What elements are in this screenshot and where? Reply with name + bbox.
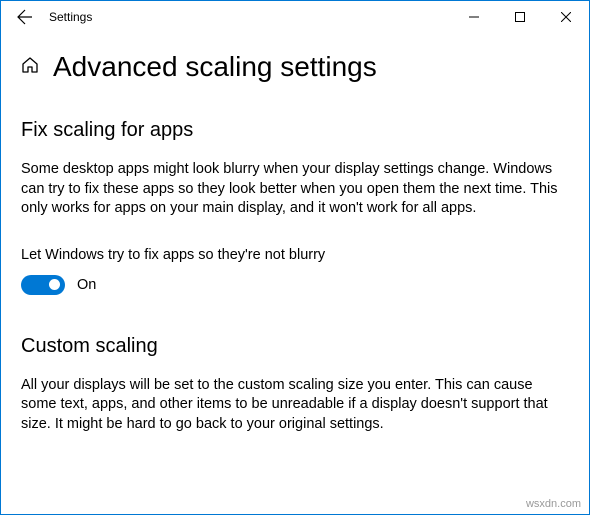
back-button[interactable]: [9, 1, 41, 33]
maximize-icon: [515, 12, 525, 22]
window-title: Settings: [49, 10, 92, 24]
home-icon[interactable]: [21, 56, 39, 79]
close-button[interactable]: [543, 1, 589, 33]
titlebar: Settings: [1, 1, 589, 33]
maximize-button[interactable]: [497, 1, 543, 33]
toggle-knob: [49, 279, 60, 290]
toggle-row: On: [21, 275, 569, 295]
minimize-icon: [469, 12, 479, 22]
fix-blurry-toggle[interactable]: [21, 275, 65, 295]
section-fix-scaling-title: Fix scaling for apps: [21, 119, 569, 142]
section-custom-scaling-body: All your displays will be set to the cus…: [21, 376, 561, 435]
watermark: wsxdn.com: [526, 498, 581, 510]
section-custom-scaling-title: Custom scaling: [21, 335, 569, 358]
minimize-button[interactable]: [451, 1, 497, 33]
toggle-label: Let Windows try to fix apps so they're n…: [21, 247, 569, 263]
window-controls: [451, 1, 589, 33]
close-icon: [561, 12, 571, 22]
page-header: Advanced scaling settings: [21, 51, 569, 83]
back-arrow-icon: [17, 9, 33, 25]
toggle-state-text: On: [77, 277, 96, 293]
content-area: Advanced scaling settings Fix scaling fo…: [1, 33, 589, 434]
section-fix-scaling-body: Some desktop apps might look blurry when…: [21, 160, 561, 219]
page-title: Advanced scaling settings: [53, 51, 377, 83]
